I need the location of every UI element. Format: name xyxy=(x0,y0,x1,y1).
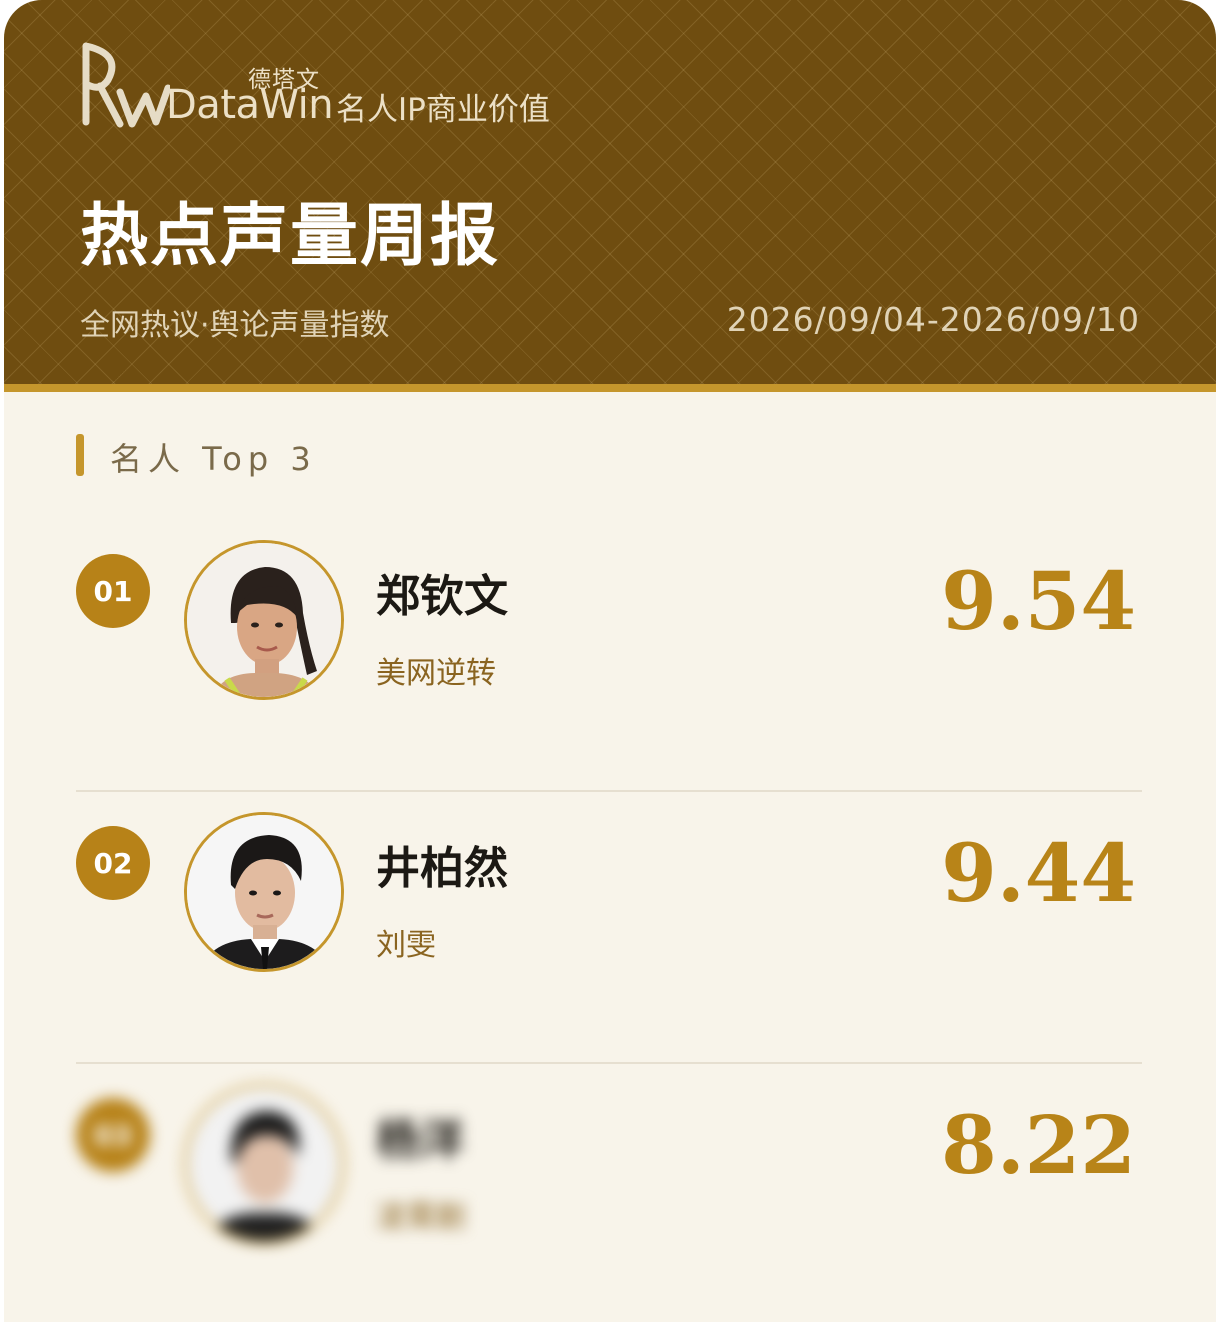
header-banner: 德塔文 DataWin 名人IP商业价值 热点声量周报 全网热议·舆论声量指数 … xyxy=(4,0,1216,384)
avatar xyxy=(184,812,344,972)
report-title: 热点声量周报 xyxy=(80,197,501,276)
hot-topic-tag: 美网逆转 xyxy=(376,656,496,691)
score-value: 9.54 xyxy=(941,554,1136,648)
report-date-range: 2026/09/04-2026/09/10 xyxy=(726,300,1140,339)
rank-badge: 01 xyxy=(76,554,150,628)
celebrity-name: 郑钦文 xyxy=(376,571,508,622)
person-portrait-icon xyxy=(187,543,341,697)
celebrity-name: 杨洋 xyxy=(376,1115,464,1166)
ranking-row[interactable]: 02 井柏然 刘雯 9.44 xyxy=(4,812,1216,1012)
datawin-logo-icon xyxy=(82,42,170,128)
rank-badge: 02 xyxy=(76,826,150,900)
avatar xyxy=(184,540,344,700)
brand-tagline: 名人IP商业价值 xyxy=(336,92,550,128)
section-marker xyxy=(76,434,84,476)
rank-badge: 03 xyxy=(76,1098,150,1172)
report-card: 德塔文 DataWin 名人IP商业价值 热点声量周报 全网热议·舆论声量指数 … xyxy=(4,0,1216,1322)
brand-name-en: DataWin xyxy=(166,82,334,128)
row-divider xyxy=(76,790,1142,792)
score-value: 9.44 xyxy=(941,826,1136,920)
hot-topic-tag: 刘雯 xyxy=(376,928,436,963)
section-title: 名人 Top 3 xyxy=(110,440,317,478)
header-divider xyxy=(4,384,1216,392)
person-portrait-icon xyxy=(187,1087,341,1241)
ranking-row[interactable]: 01 郑钦文 美网逆转 9.54 xyxy=(4,540,1216,740)
score-value: 8.22 xyxy=(941,1098,1136,1192)
row-divider xyxy=(76,1062,1142,1064)
hot-topic-tag: 凌霄剧 xyxy=(376,1200,466,1235)
report-subtitle: 全网热议·舆论声量指数 xyxy=(80,308,390,343)
ranking-row[interactable]: 03 杨洋 凌霄剧 8.22 xyxy=(4,1084,1216,1284)
celebrity-name: 井柏然 xyxy=(376,843,508,894)
avatar xyxy=(184,1084,344,1244)
person-portrait-icon xyxy=(187,815,341,969)
